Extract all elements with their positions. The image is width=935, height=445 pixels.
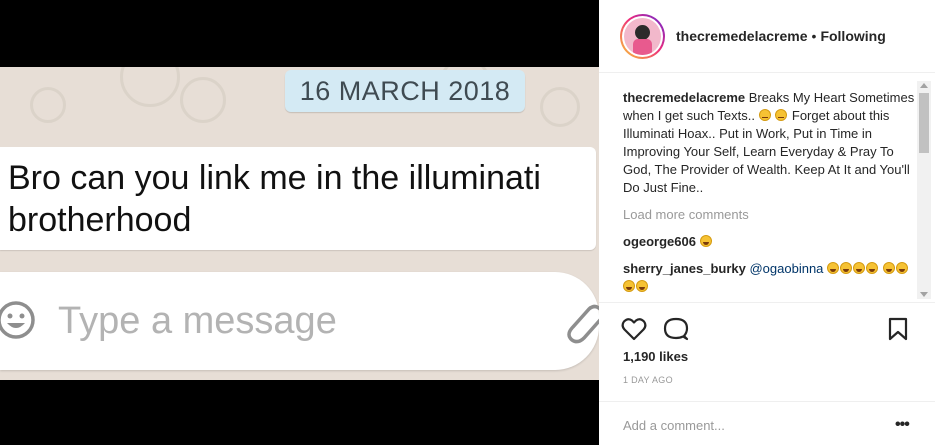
message-text: Bro can you link me in the illuminati br…	[8, 159, 541, 239]
comments-list: thecremedelacreme Breaks My Heart Someti…	[623, 89, 915, 296]
post-media[interactable]: 16 MARCH 2018 Bro can you link me in the…	[0, 0, 599, 445]
laughing-emoji-icon	[840, 262, 853, 274]
wallpaper-doodle	[120, 67, 180, 107]
wallpaper-doodle	[30, 87, 66, 123]
pensive-face-emoji-icon	[775, 109, 788, 121]
comments-area: thecremedelacreme Breaks My Heart Someti…	[599, 74, 935, 302]
laughing-emoji-icon	[623, 280, 635, 292]
laughing-emoji-icon	[853, 262, 866, 274]
date-chip: 16 MARCH 2018	[285, 70, 525, 112]
header-separator: •	[811, 28, 817, 44]
caption: thecremedelacreme Breaks My Heart Someti…	[623, 89, 915, 197]
bookmark-icon[interactable]	[887, 317, 909, 341]
scroll-up-arrow-icon[interactable]	[920, 83, 928, 88]
smiley-icon	[0, 301, 35, 339]
laughing-emoji-icon	[882, 262, 895, 274]
action-row	[599, 303, 935, 349]
comment-bubble-icon[interactable]	[663, 317, 689, 341]
add-comment-input[interactable]	[623, 416, 873, 434]
following-button[interactable]: Following	[820, 28, 885, 44]
pensive-face-emoji-icon	[758, 109, 771, 121]
post-timestamp[interactable]: 1 DAY AGO	[623, 375, 673, 385]
caption-username[interactable]: thecremedelacreme	[623, 90, 745, 105]
load-more-comments[interactable]: Load more comments	[623, 206, 915, 224]
wallpaper-doodle	[540, 87, 580, 127]
avatar-image	[624, 17, 661, 55]
wallpaper-doodle	[180, 77, 226, 123]
laughing-emoji-icon	[866, 262, 879, 274]
add-comment-section: •••	[599, 401, 935, 445]
scrollbar-thumb[interactable]	[919, 93, 929, 153]
comment-item: sherry_janes_burky @ogaobinna	[623, 260, 915, 296]
post-header: thecremedelacreme • Following	[599, 0, 935, 73]
avatar[interactable]	[620, 13, 665, 59]
laughing-emoji-icon	[895, 262, 908, 274]
comment-username[interactable]: sherry_janes_burky	[623, 261, 746, 276]
header-username[interactable]: thecremedelacreme	[676, 28, 808, 44]
composer-placeholder: Type a message	[58, 300, 337, 342]
heart-icon[interactable]	[621, 317, 647, 341]
likes-count[interactable]: 1,190 likes	[623, 349, 688, 364]
message-bubble: Bro can you link me in the illuminati br…	[0, 147, 596, 250]
comment-item: ogeorge606	[623, 233, 915, 251]
post-sidebar: thecremedelacreme • Following thecremede…	[599, 0, 935, 445]
laughing-emoji-icon	[636, 280, 648, 292]
laughing-emoji-icon	[699, 235, 712, 247]
paperclip-icon	[567, 304, 599, 344]
laughing-emoji-icon	[827, 262, 840, 274]
scroll-down-arrow-icon[interactable]	[920, 292, 928, 297]
more-options-icon[interactable]: •••	[895, 416, 910, 434]
comments-scrollbar[interactable]	[917, 81, 931, 299]
chat-screenshot: 16 MARCH 2018 Bro can you link me in the…	[0, 67, 599, 380]
message-composer: Type a message	[0, 272, 599, 370]
comment-mention[interactable]: @ogaobinna	[749, 261, 823, 276]
avatar-ring	[622, 15, 663, 57]
post-actions: 1,190 likes 1 DAY AGO •••	[599, 302, 935, 434]
comment-username[interactable]: ogeorge606	[623, 234, 696, 249]
